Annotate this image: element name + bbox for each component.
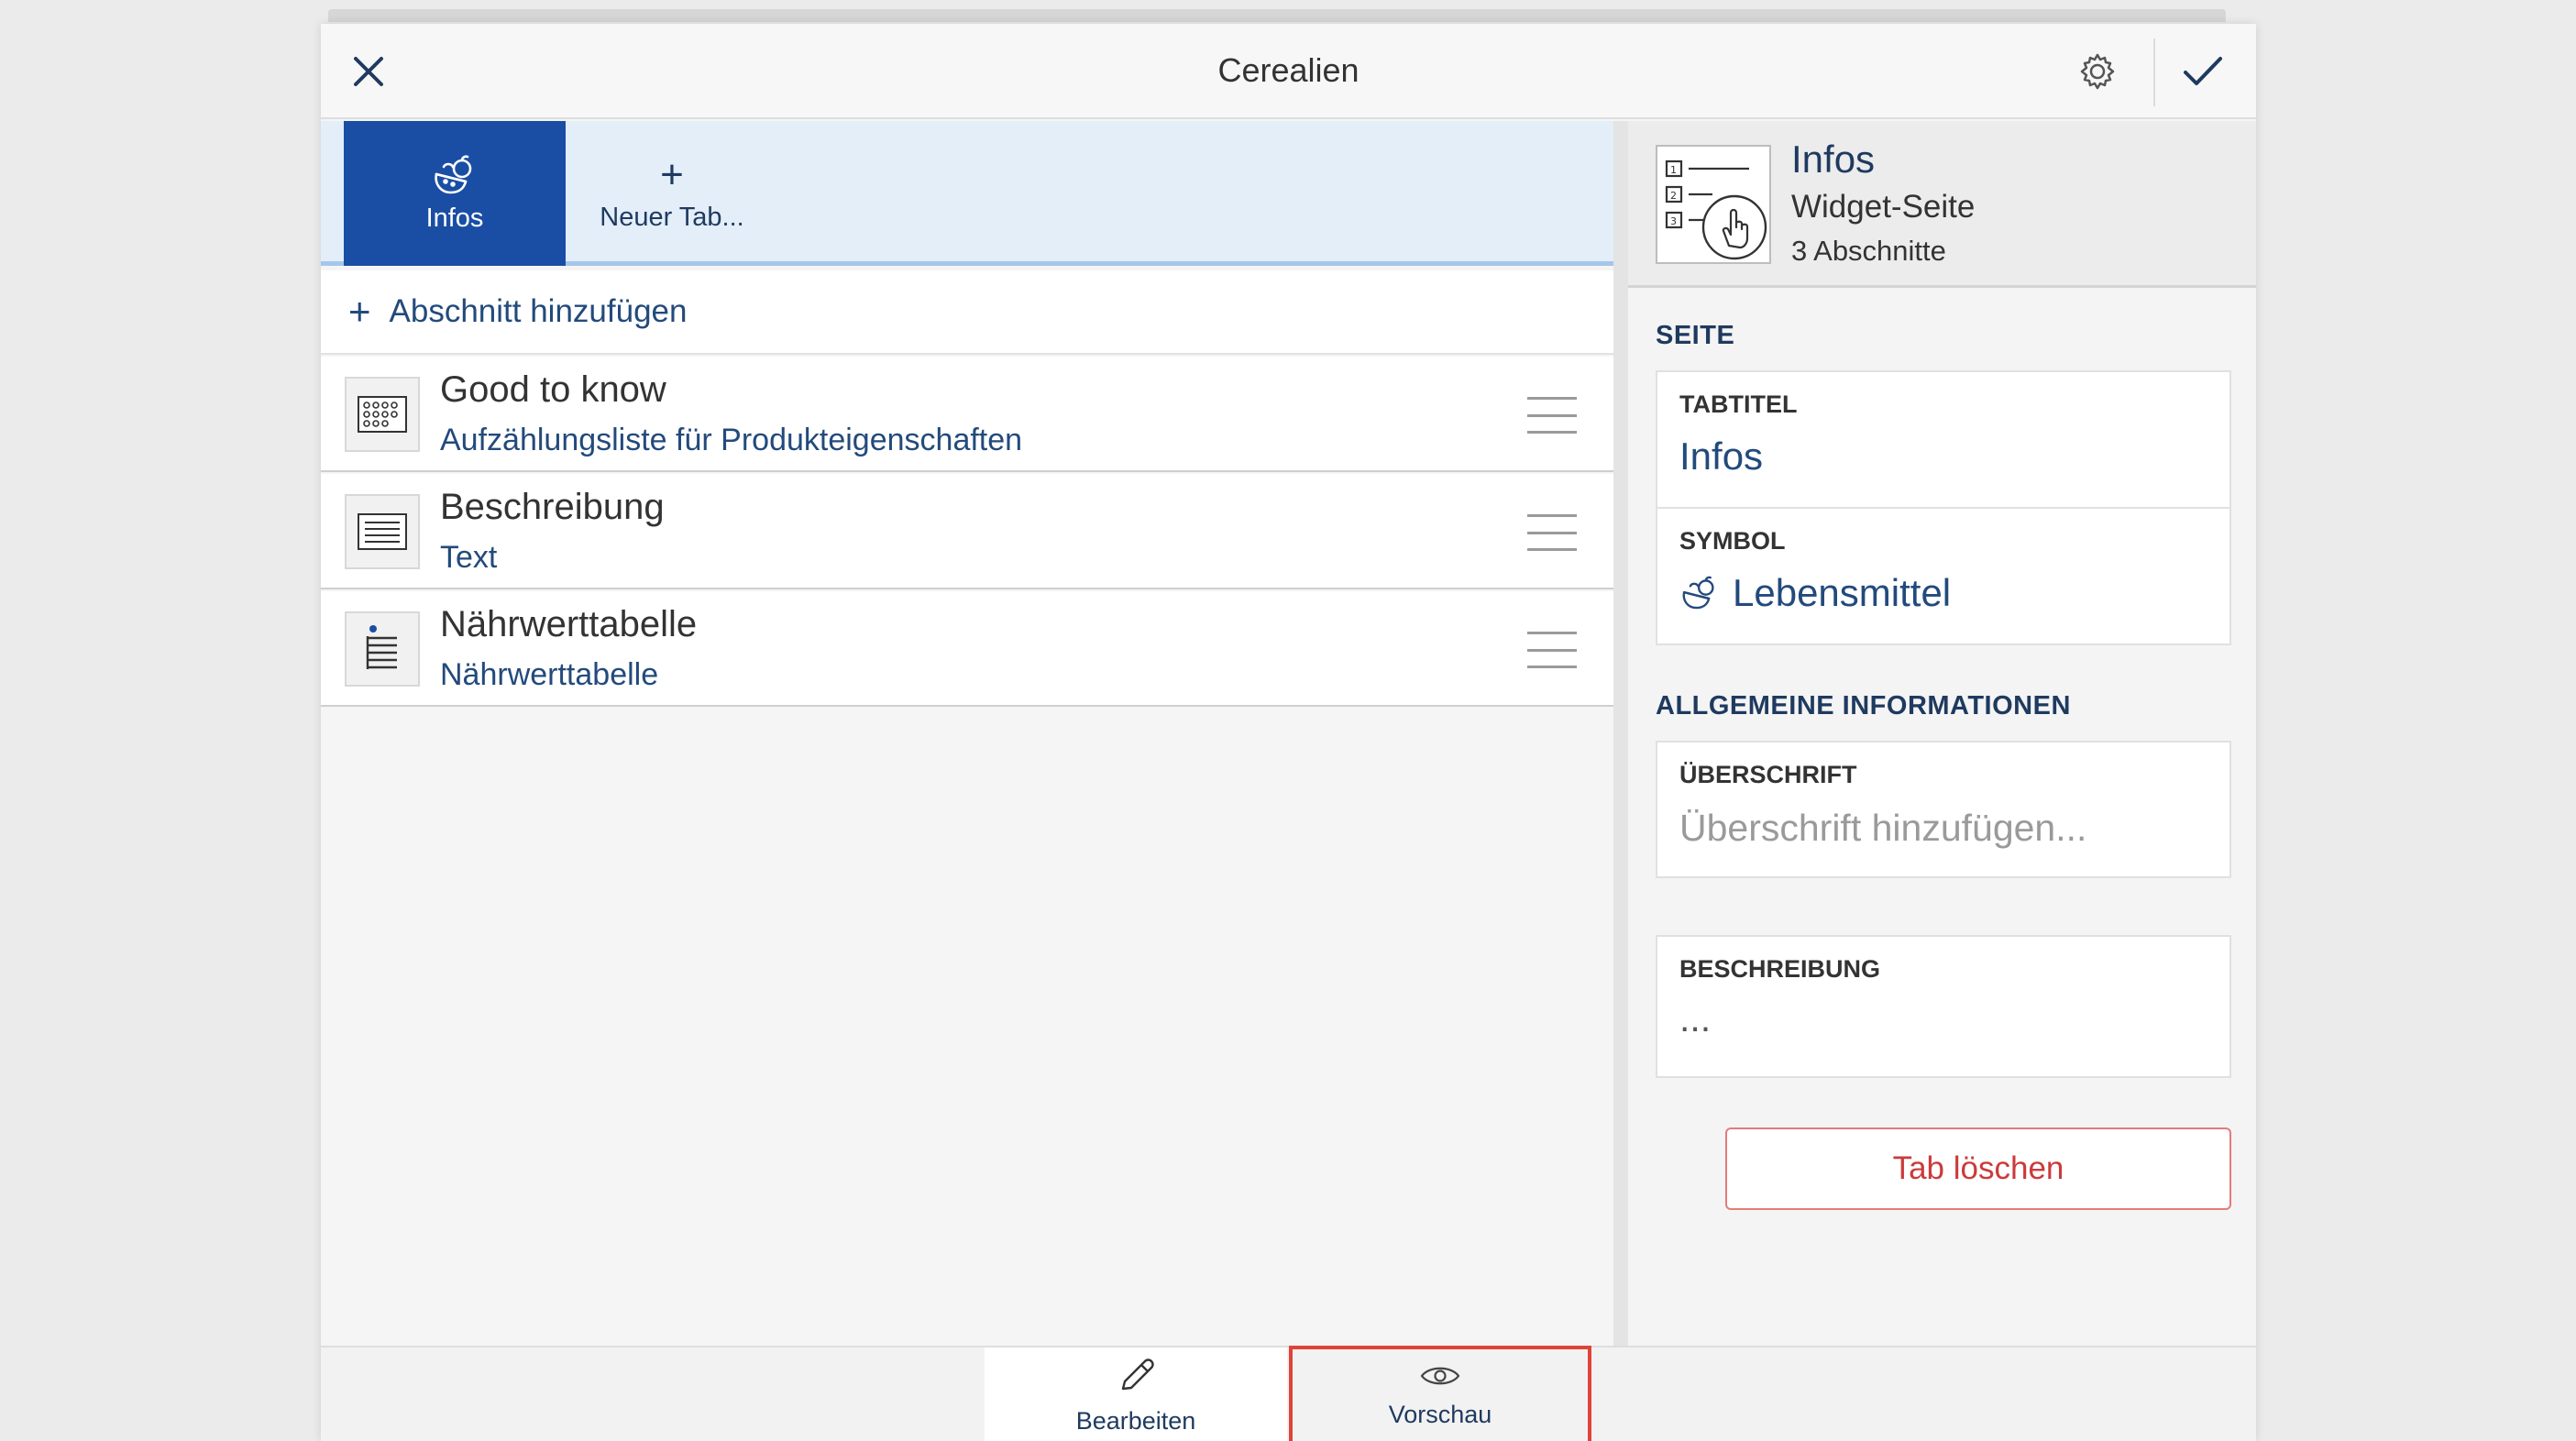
- field-label: BESCHREIBUNG: [1679, 955, 1881, 983]
- background-window-edge: [328, 9, 2226, 22]
- delete-tab-button[interactable]: Tab löschen: [1725, 1128, 2231, 1210]
- food-icon: [1682, 576, 1714, 610]
- section-title: Nährwerttabelle: [440, 604, 698, 644]
- description-input[interactable]: ...: [1679, 997, 1711, 1040]
- tab-infos[interactable]: Infos: [344, 121, 566, 266]
- svg-text:1: 1: [1670, 164, 1677, 176]
- eye-icon: [1420, 1367, 1460, 1384]
- checkmark-icon: [2184, 57, 2222, 85]
- preview-mode-label: Vorschau: [1388, 1400, 1492, 1428]
- drag-handle-icon[interactable]: [1527, 397, 1577, 434]
- add-section-label: Abschnitt hinzufügen: [389, 293, 688, 329]
- page-info-count: 3 Abschnitte: [1791, 235, 1946, 267]
- section-row[interactable]: Nährwerttabelle Nährwerttabelle: [321, 591, 1613, 707]
- edit-mode-label: Bearbeiten: [1075, 1406, 1196, 1435]
- field-label: SYMBOL: [1679, 527, 1786, 555]
- tab-title-field[interactable]: TABTITEL Infos: [1656, 370, 2231, 508]
- grid-list-icon: [345, 377, 420, 452]
- section-row[interactable]: Good to know Aufzählungsliste für Produk…: [321, 357, 1613, 472]
- description-field[interactable]: BESCHREIBUNG ...: [1656, 935, 2231, 1078]
- symbol-value: Lebensmittel: [1733, 571, 1952, 614]
- symbol-value-wrap: Lebensmittel: [1679, 571, 1951, 615]
- text-block-icon: [345, 494, 420, 569]
- section-subtitle: Text: [440, 540, 498, 575]
- drag-handle-icon[interactable]: [1527, 514, 1577, 551]
- header-separator: [2153, 38, 2155, 106]
- preview-mode-button[interactable]: Vorschau: [1289, 1346, 1591, 1441]
- settings-button[interactable]: [2068, 42, 2127, 101]
- field-label: TABTITEL: [1679, 390, 1798, 418]
- heading-input[interactable]: Überschrift hinzufügen...: [1679, 807, 2086, 850]
- symbol-field[interactable]: SYMBOL Lebensmittel: [1656, 508, 2231, 645]
- tab-label: Infos: [425, 203, 484, 233]
- field-label: ÜBERSCHRIFT: [1679, 761, 1857, 788]
- panel-divider: [1613, 121, 1628, 1346]
- dialog-header: Cerealien: [321, 24, 2256, 119]
- section-heading-page: SEITE: [1656, 321, 1735, 350]
- drag-handle-icon[interactable]: [1527, 632, 1577, 668]
- confirm-button[interactable]: [2174, 42, 2232, 101]
- edit-mode-button[interactable]: Bearbeiten: [985, 1348, 1287, 1441]
- section-heading-general: ALLGEMEINE INFORMATIONEN: [1656, 691, 2071, 720]
- section-title: Good to know: [440, 369, 666, 410]
- plus-icon: +: [660, 151, 684, 197]
- page-info-header: 1 2 3 Infos Widget-Seite 3 Abschnitte: [1628, 121, 2256, 288]
- tab-bar: Infos + Neuer Tab...: [321, 121, 1613, 266]
- pencil-icon: [1121, 1358, 1154, 1390]
- dialog-title: Cerealien: [1217, 51, 1360, 89]
- section-title: Beschreibung: [440, 487, 665, 527]
- section-subtitle: Aufzählungsliste für Produkteigenschafte…: [440, 423, 1023, 457]
- tab-title-value: Infos: [1679, 434, 1764, 478]
- gear-icon: [2080, 53, 2115, 90]
- food-icon: [435, 154, 472, 193]
- page-info-type: Widget-Seite: [1791, 189, 1976, 225]
- svg-text:2: 2: [1670, 190, 1677, 202]
- edit-dialog: Cerealien Infos + Neuer Tab... + Abschni…: [321, 24, 2256, 1441]
- nutrition-table-icon: [345, 611, 420, 687]
- widget-page-icon: 1 2 3: [1656, 145, 1771, 264]
- bottom-bar: Bearbeiten Vorschau: [321, 1346, 2256, 1441]
- add-section-button[interactable]: + Abschnitt hinzufügen: [321, 270, 1613, 355]
- heading-field[interactable]: ÜBERSCHRIFT Überschrift hinzufügen...: [1656, 741, 2231, 878]
- section-subtitle: Nährwerttabelle: [440, 657, 659, 692]
- tab-new[interactable]: + Neuer Tab...: [561, 121, 783, 266]
- section-row[interactable]: Beschreibung Text: [321, 474, 1613, 589]
- page-info-title: Infos: [1791, 138, 1876, 181]
- svg-text:3: 3: [1670, 215, 1677, 227]
- properties-panel: 1 2 3 Infos Widget-Seite 3 Abschnitte SEIT…: [1628, 121, 2256, 1346]
- plus-icon: +: [348, 290, 371, 333]
- tab-label: Neuer Tab...: [600, 202, 744, 232]
- sections-panel: Infos + Neuer Tab... + Abschnitt hinzufü…: [321, 121, 1613, 1346]
